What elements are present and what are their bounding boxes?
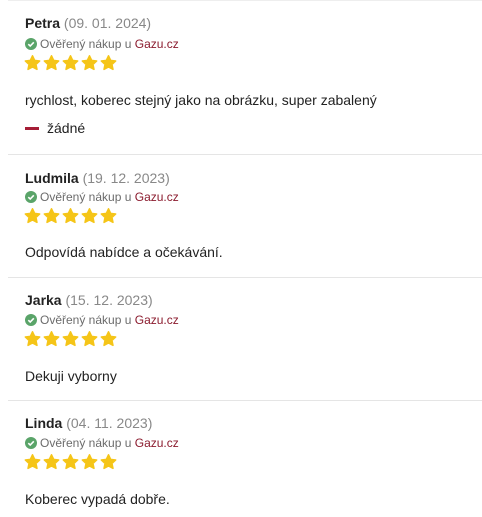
shop-link[interactable]: Gazu.cz [135, 313, 179, 327]
star-icon [24, 208, 41, 224]
verified-purchase: Ověřený nákup u Gazu.cz [25, 313, 179, 327]
review-item: Jarka (15. 12. 2023) Ověřený nákup u Gaz… [8, 277, 482, 400]
review-header: Ludmila (19. 12. 2023) [25, 170, 170, 186]
shop-link[interactable]: Gazu.cz [135, 190, 179, 204]
star-icon [100, 331, 117, 347]
star-icon [81, 208, 98, 224]
star-icon [43, 454, 60, 470]
verified-check-icon [25, 38, 37, 50]
review-header: Linda (04. 11. 2023) [25, 415, 152, 431]
review-date: (15. 12. 2023) [65, 292, 153, 308]
review-text: rychlost, koberec stejný jako na obrázku… [25, 92, 377, 108]
reviews-list: Petra (09. 01. 2024) Ověřený nákup u Gaz… [8, 0, 482, 516]
verified-label: Ověřený nákup u [40, 37, 132, 51]
verified-check-icon [25, 314, 37, 326]
star-icon [81, 454, 98, 470]
star-icon [100, 55, 117, 71]
verified-label: Ověřený nákup u [40, 190, 132, 204]
reviewer-name: Linda [25, 415, 63, 431]
review-item: Ludmila (19. 12. 2023) Ověřený nákup u G… [8, 154, 482, 277]
verified-purchase: Ověřený nákup u Gazu.cz [25, 190, 179, 204]
review-item: Petra (09. 01. 2024) Ověřený nákup u Gaz… [8, 0, 482, 154]
verified-purchase: Ověřený nákup u Gazu.cz [25, 436, 179, 450]
star-rating [24, 55, 117, 71]
star-rating [24, 208, 117, 224]
star-rating [24, 454, 117, 470]
reviewer-name: Jarka [25, 292, 62, 308]
review-cons: žádné [25, 119, 85, 137]
minus-icon [25, 126, 39, 130]
star-icon [62, 55, 79, 71]
shop-link[interactable]: Gazu.cz [135, 436, 179, 450]
reviewer-name: Ludmila [25, 170, 79, 186]
star-icon [100, 454, 117, 470]
review-header: Petra (09. 01. 2024) [25, 15, 151, 31]
review-text: Dekuji vyborny [25, 368, 117, 384]
reviewer-name: Petra [25, 15, 61, 31]
star-icon [62, 208, 79, 224]
verified-purchase: Ověřený nákup u Gazu.cz [25, 37, 179, 51]
review-header: Jarka (15. 12. 2023) [25, 292, 153, 308]
verified-check-icon [25, 191, 37, 203]
star-icon [100, 208, 117, 224]
star-icon [43, 331, 60, 347]
star-icon [24, 331, 41, 347]
cons-text: žádné [47, 120, 86, 136]
star-icon [62, 331, 79, 347]
star-icon [24, 454, 41, 470]
star-icon [81, 331, 98, 347]
star-icon [81, 55, 98, 71]
star-icon [43, 208, 60, 224]
review-item: Linda (04. 11. 2023) Ověřený nákup u Gaz… [8, 400, 482, 516]
review-text: Odpovídá nabídce a očekávání. [25, 244, 223, 260]
star-rating [24, 331, 117, 347]
verified-label: Ověřený nákup u [40, 436, 132, 450]
verified-check-icon [25, 437, 37, 449]
star-icon [62, 454, 79, 470]
review-date: (04. 11. 2023) [66, 415, 153, 431]
star-icon [43, 55, 60, 71]
review-date: (19. 12. 2023) [82, 170, 170, 186]
review-text: Koberec vypadá dobře. [25, 491, 170, 507]
verified-label: Ověřený nákup u [40, 313, 132, 327]
shop-link[interactable]: Gazu.cz [135, 37, 179, 51]
review-date: (09. 01. 2024) [63, 15, 152, 31]
star-icon [24, 55, 41, 71]
